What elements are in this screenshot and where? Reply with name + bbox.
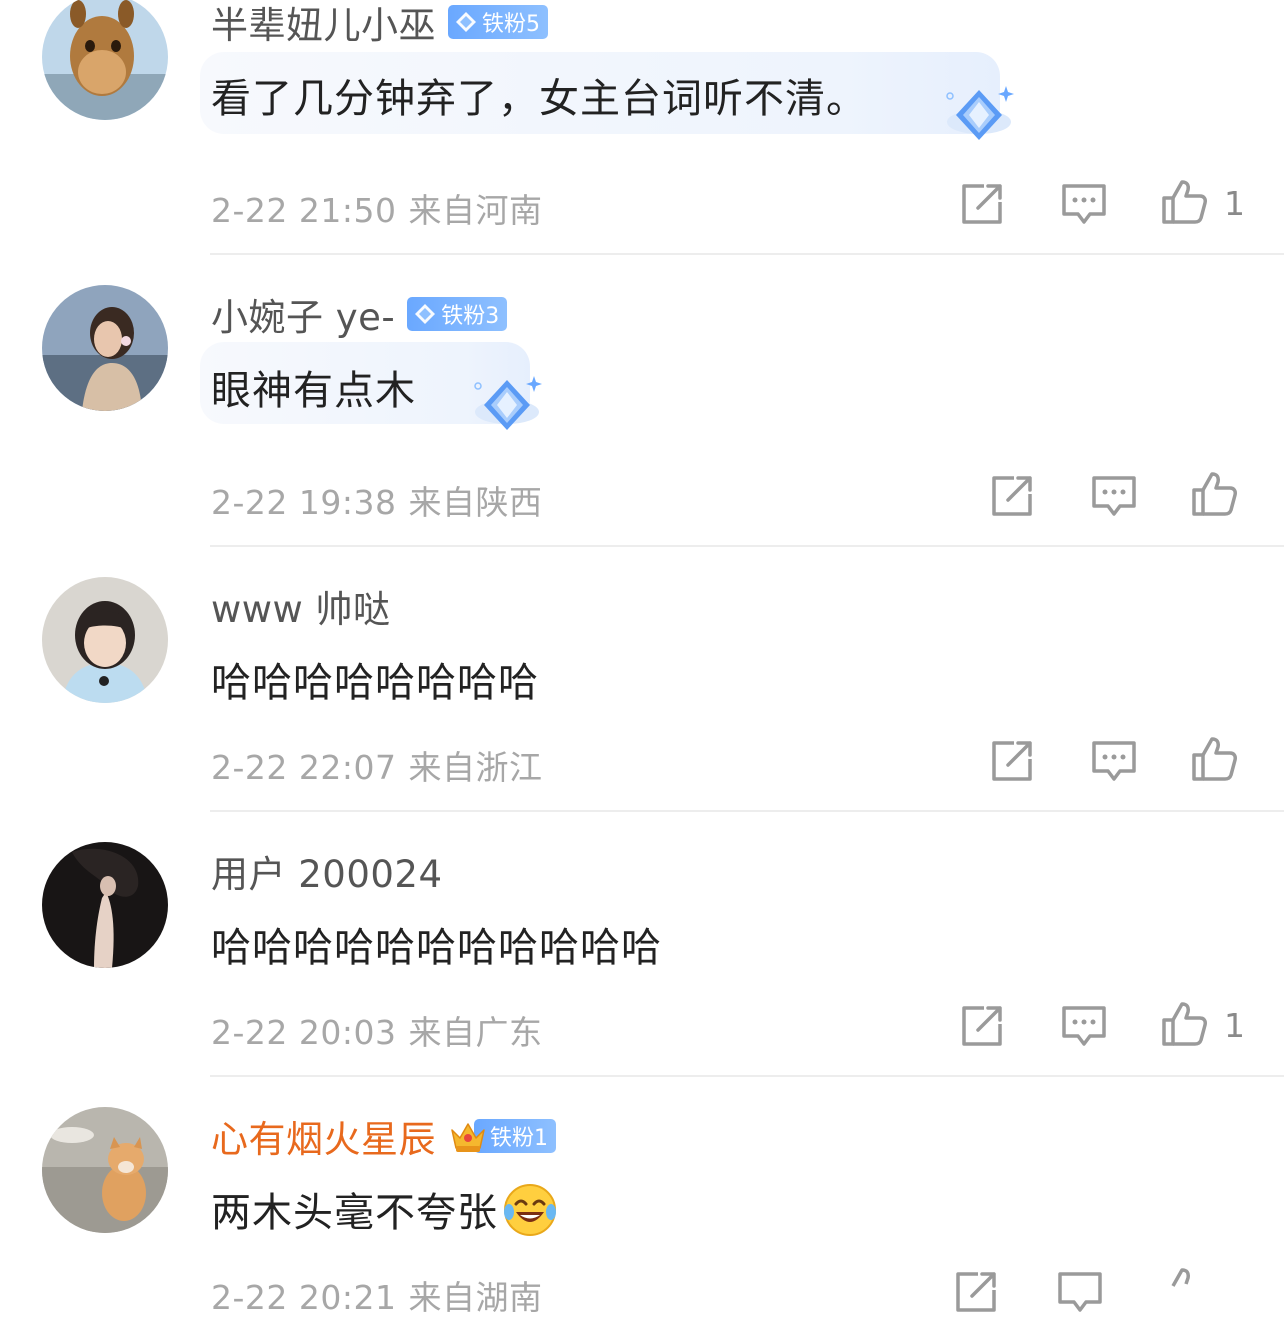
share-square-icon <box>992 476 1032 516</box>
share-square-icon <box>962 1006 1002 1046</box>
comment-meta: 2-22 21:50 来自河南 <box>211 184 543 232</box>
timestamp: 2-22 21:50 <box>211 191 397 230</box>
username-row: 半辈妞儿小巫 铁粉5 <box>211 0 548 49</box>
location: 来自广东 <box>408 1013 543 1052</box>
comment-text: 哈哈哈哈哈哈哈哈 <box>211 660 539 706</box>
share-square-icon <box>956 1272 996 1312</box>
share-square-icon <box>992 741 1032 781</box>
repost-button[interactable] <box>952 1268 1000 1316</box>
repost-button[interactable] <box>958 1002 1006 1050</box>
username[interactable]: 心有烟火星辰 <box>211 1109 436 1163</box>
repost-button[interactable] <box>988 472 1036 520</box>
username-row: 用户 200024 <box>211 844 443 898</box>
avatar[interactable] <box>42 285 168 411</box>
username-row: 心有烟火星辰 铁粉1 <box>211 1109 556 1163</box>
crown-icon <box>451 1123 485 1152</box>
timestamp: 2-22 20:03 <box>211 1013 397 1052</box>
divider <box>210 810 1284 812</box>
comment-bubble-icon <box>1092 741 1136 781</box>
comment-button[interactable] <box>1090 472 1138 520</box>
comment-text: 两木头毫不夸张 <box>211 1180 558 1238</box>
username-row: 小婉子 ye- 铁粉3 <box>211 287 508 341</box>
comment-text: 哈哈哈哈哈哈哈哈哈哈哈 <box>211 925 662 971</box>
laughing-tears-emoji-icon <box>504 1184 556 1236</box>
location: 来自河南 <box>408 191 543 230</box>
fan-badge[interactable]: 铁粉3 <box>407 297 508 331</box>
comment-bubble-icon <box>1058 1272 1102 1312</box>
like-count: 1 <box>1224 1006 1245 1045</box>
comment-meta: 2-22 20:03 来自广东 <box>211 1006 543 1054</box>
comment-button[interactable] <box>1060 180 1108 228</box>
badge-group: 铁粉1 <box>448 1116 556 1156</box>
like-count: 1 <box>1224 184 1245 223</box>
avatar[interactable] <box>42 0 168 120</box>
diamond-icon <box>456 12 476 32</box>
timestamp: 2-22 22:07 <box>211 748 397 787</box>
comment-button[interactable] <box>1056 1268 1104 1316</box>
location: 来自湖南 <box>408 1278 543 1317</box>
thumbs-up-icon <box>1162 1002 1207 1046</box>
fan-badge-label: 铁粉3 <box>441 304 500 329</box>
location: 来自浙江 <box>408 748 543 787</box>
avatar[interactable] <box>42 1107 168 1233</box>
comment-button[interactable] <box>1060 1002 1108 1050</box>
share-square-icon <box>962 184 1002 224</box>
divider <box>210 253 1284 255</box>
comment-meta: 2-22 20:21 来自湖南 <box>211 1271 543 1319</box>
like-button[interactable] <box>1190 735 1238 783</box>
username[interactable]: 小婉子 ye- <box>211 287 395 341</box>
diamond-sparkle-icon <box>946 86 1014 140</box>
divider <box>210 545 1284 547</box>
thumbs-up-icon <box>1192 737 1237 781</box>
repost-button[interactable] <box>958 180 1006 228</box>
username[interactable]: 用户 200024 <box>211 844 443 898</box>
like-button[interactable] <box>1160 178 1208 226</box>
thumbs-up-icon <box>1162 180 1207 224</box>
like-button[interactable] <box>1160 1266 1208 1314</box>
like-button[interactable] <box>1190 470 1238 518</box>
repost-button[interactable] <box>988 737 1036 785</box>
diamond-icon <box>415 304 436 324</box>
fan-badge[interactable]: 铁粉5 <box>448 5 548 39</box>
comment-text-content: 两木头毫不夸张 <box>211 1190 498 1236</box>
timestamp: 2-22 20:21 <box>211 1278 397 1317</box>
comment-meta: 2-22 19:38 来自陕西 <box>211 476 543 524</box>
fan-badge-label: 铁粉1 <box>490 1126 548 1151</box>
avatar[interactable] <box>42 842 168 968</box>
comment-text: 看了几分钟弃了，女主台词听不清。 <box>211 76 867 122</box>
comment-bubble-icon <box>1062 184 1106 224</box>
comment-button[interactable] <box>1090 737 1138 785</box>
location: 来自陕西 <box>408 483 543 522</box>
thumbs-up-icon <box>1171 1268 1190 1287</box>
comment-text: 眼神有点木 <box>211 368 416 414</box>
fan-badge-label: 铁粉5 <box>482 12 540 37</box>
username[interactable]: 半辈妞儿小巫 <box>211 0 436 49</box>
divider <box>210 1075 1284 1077</box>
comment-bubble-icon <box>1062 1006 1106 1046</box>
like-button[interactable] <box>1160 1000 1208 1048</box>
diamond-sparkle-icon <box>474 376 542 430</box>
avatar[interactable] <box>42 577 168 703</box>
username-row: www 帅哒 <box>211 579 391 633</box>
comment-bubble-icon <box>1092 476 1136 516</box>
timestamp: 2-22 19:38 <box>211 483 397 522</box>
username[interactable]: www 帅哒 <box>211 579 391 633</box>
comment-meta: 2-22 22:07 来自浙江 <box>211 741 543 789</box>
thumbs-up-icon <box>1192 472 1237 516</box>
